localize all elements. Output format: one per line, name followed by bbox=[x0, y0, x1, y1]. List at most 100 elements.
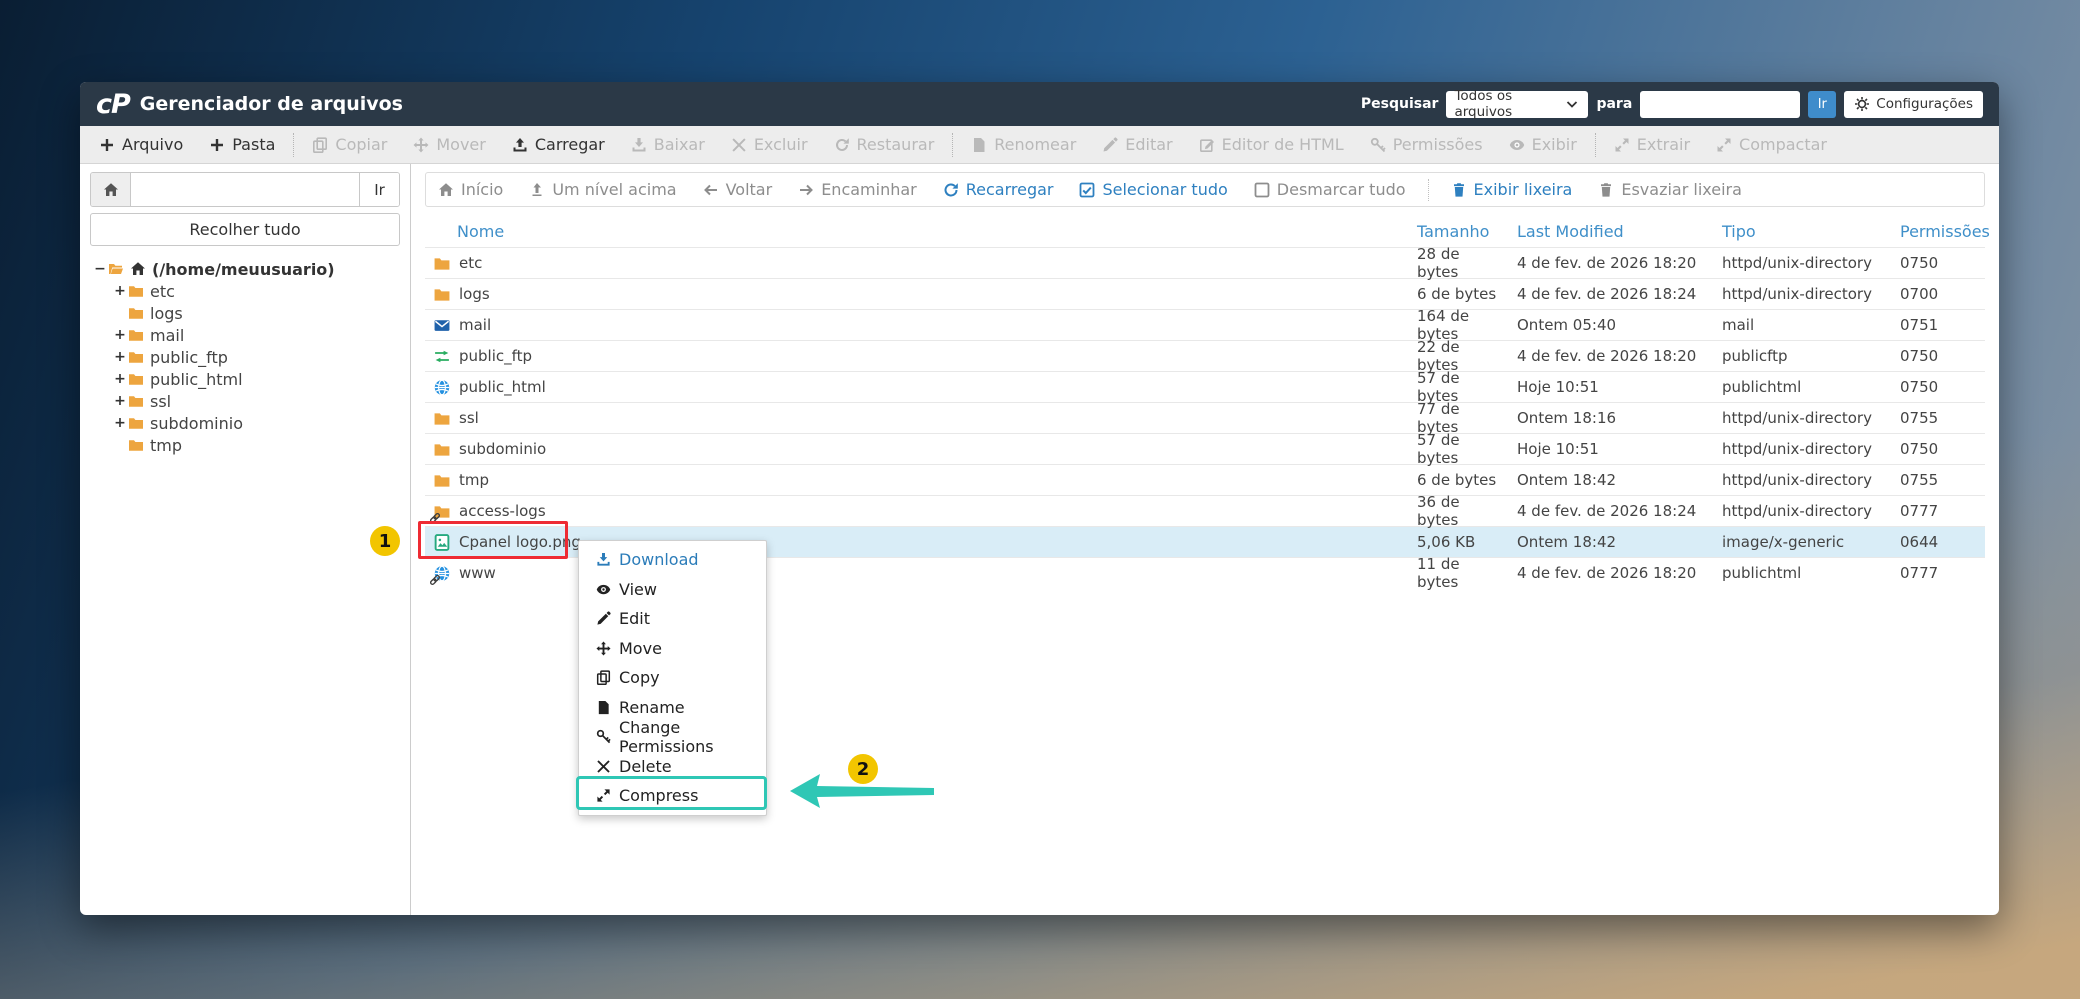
tree-item-label: public_html bbox=[150, 370, 243, 389]
file-perms: 0644 bbox=[1886, 533, 1985, 551]
folder-icon bbox=[128, 327, 144, 343]
home-button[interactable] bbox=[91, 173, 131, 206]
context-menu-download[interactable]: Download bbox=[579, 545, 766, 575]
tree-expand-toggle[interactable]: + bbox=[112, 349, 128, 365]
nav-view-trash-button[interactable]: Exibir lixeira bbox=[1451, 180, 1573, 199]
main-toolbar: Arquivo Pasta Copiar Mover Carregar Baix… bbox=[80, 126, 1999, 164]
table-row-etc[interactable]: etc 28 de bytes 4 de fev. de 2026 18:20 … bbox=[425, 247, 1985, 278]
tree-item-public-html[interactable]: + public_html bbox=[90, 368, 400, 390]
nav-empty-trash-button[interactable]: Esvaziar lixeira bbox=[1598, 180, 1742, 199]
tree-item-subdominio[interactable]: + subdominio bbox=[90, 412, 400, 434]
column-header-modified[interactable]: Last Modified bbox=[1503, 222, 1708, 241]
envelope-icon bbox=[433, 317, 451, 334]
nav-unselect-all-button[interactable]: Desmarcar tudo bbox=[1254, 180, 1406, 199]
toolbar-copy-button[interactable]: Copiar bbox=[299, 135, 400, 154]
toolbar-compress-button[interactable]: Compactar bbox=[1703, 135, 1840, 154]
page-title: Gerenciador de arquivos bbox=[140, 93, 403, 115]
column-header-perms[interactable]: Permissões bbox=[1886, 222, 1985, 241]
tree-expand-toggle[interactable]: + bbox=[112, 415, 128, 431]
directory-tree: − (/home/meuusuario) + etc logs + bbox=[90, 258, 400, 456]
file-name[interactable]: public_ftp bbox=[459, 347, 532, 365]
key-icon bbox=[596, 729, 611, 744]
tree-collapse-toggle[interactable]: − bbox=[92, 261, 108, 277]
toolbar-restore-button[interactable]: Restaurar bbox=[821, 135, 948, 154]
column-header-type[interactable]: Tipo bbox=[1708, 222, 1886, 241]
table-row-public-html[interactable]: public_html 57 de bytes Hoje 10:51 publi… bbox=[425, 371, 1985, 402]
file-name[interactable]: subdominio bbox=[459, 440, 546, 458]
file-name[interactable]: mail bbox=[459, 316, 491, 334]
tree-item-mail[interactable]: + mail bbox=[90, 324, 400, 346]
file-name[interactable]: access-logs bbox=[459, 502, 546, 520]
toolbar-permissions-button[interactable]: Permissões bbox=[1357, 135, 1496, 154]
toolbar-rename-button[interactable]: Renomear bbox=[958, 135, 1089, 154]
tree-expand-toggle[interactable]: + bbox=[112, 283, 128, 299]
context-menu-edit[interactable]: Edit bbox=[579, 604, 766, 634]
toolbar-download-button[interactable]: Baixar bbox=[618, 135, 718, 154]
table-row-subdominio[interactable]: subdominio 57 de bytes Hoje 10:51 httpd/… bbox=[425, 433, 1985, 464]
nav-back-button[interactable]: Voltar bbox=[703, 180, 773, 199]
pencil-icon bbox=[1102, 137, 1118, 153]
settings-button[interactable]: Configurações bbox=[1844, 91, 1983, 118]
toolbar-edit-button[interactable]: Editar bbox=[1089, 135, 1185, 154]
context-menu-move[interactable]: Move bbox=[579, 634, 766, 664]
file-type: httpd/unix-directory bbox=[1708, 254, 1886, 272]
nav-select-all-button[interactable]: Selecionar tudo bbox=[1079, 180, 1227, 199]
toolbar-view-button[interactable]: Exibir bbox=[1496, 135, 1590, 154]
nav-reload-button[interactable]: Recarregar bbox=[943, 180, 1054, 199]
tree-item-logs[interactable]: logs bbox=[90, 302, 400, 324]
file-name[interactable]: www bbox=[459, 564, 496, 582]
link-icon bbox=[429, 574, 441, 586]
context-menu-view[interactable]: View bbox=[579, 575, 766, 605]
toolbar-html-editor-button[interactable]: Editor de HTML bbox=[1186, 135, 1357, 154]
file-name[interactable]: logs bbox=[459, 285, 490, 303]
search-input[interactable] bbox=[1640, 91, 1800, 118]
path-input-group: Ir bbox=[90, 172, 400, 207]
tree-item-home[interactable]: − (/home/meuusuario) bbox=[90, 258, 400, 280]
nav-separator bbox=[1428, 179, 1429, 201]
tree-expand-toggle[interactable]: + bbox=[112, 327, 128, 343]
plus-icon bbox=[99, 137, 115, 153]
table-row-mail[interactable]: mail 164 de bytes Ontem 05:40 mail 0751 bbox=[425, 309, 1985, 340]
file-name[interactable]: public_html bbox=[459, 378, 546, 396]
file-name[interactable]: ssl bbox=[459, 409, 479, 427]
tree-item-ssl[interactable]: + ssl bbox=[90, 390, 400, 412]
table-row-public-ftp[interactable]: public_ftp 22 de bytes 4 de fev. de 2026… bbox=[425, 340, 1985, 371]
tree-item-etc[interactable]: + etc bbox=[90, 280, 400, 302]
globe-icon bbox=[433, 379, 451, 396]
tree-expand-toggle[interactable]: + bbox=[112, 371, 128, 387]
path-go-button[interactable]: Ir bbox=[359, 173, 399, 206]
table-row-tmp[interactable]: tmp 6 de bytes Ontem 18:42 httpd/unix-di… bbox=[425, 464, 1985, 495]
edit-square-icon bbox=[1199, 137, 1215, 153]
file-perms: 0777 bbox=[1886, 564, 1985, 582]
toolbar-file-button[interactable]: Arquivo bbox=[86, 135, 196, 154]
tree-item-tmp[interactable]: tmp bbox=[90, 434, 400, 456]
column-header-size[interactable]: Tamanho bbox=[1403, 222, 1503, 241]
column-header-name[interactable]: Nome bbox=[425, 222, 1403, 241]
toolbar-move-button[interactable]: Mover bbox=[400, 135, 498, 154]
nav-up-one-level-button[interactable]: Um nível acima bbox=[529, 180, 676, 199]
toolbar-extract-button[interactable]: Extrair bbox=[1601, 135, 1703, 154]
nav-forward-button[interactable]: Encaminhar bbox=[798, 180, 917, 199]
file-name[interactable]: etc bbox=[459, 254, 482, 272]
file-type: httpd/unix-directory bbox=[1708, 502, 1886, 520]
tree-item-public-ftp[interactable]: + public_ftp bbox=[90, 346, 400, 368]
tree-expand-toggle[interactable]: + bbox=[112, 393, 128, 409]
undo-icon bbox=[834, 137, 850, 153]
toolbar-delete-button[interactable]: Excluir bbox=[718, 135, 821, 154]
table-row-logs[interactable]: logs 6 de bytes 4 de fev. de 2026 18:24 … bbox=[425, 278, 1985, 309]
toolbar-upload-button[interactable]: Carregar bbox=[499, 135, 618, 154]
path-input[interactable] bbox=[131, 173, 359, 206]
checked-checkbox-icon bbox=[1079, 182, 1095, 198]
file-modified: 4 de fev. de 2026 18:20 bbox=[1503, 564, 1708, 582]
file-name[interactable]: tmp bbox=[459, 471, 489, 489]
table-row-ssl[interactable]: ssl 77 de bytes Ontem 18:16 httpd/unix-d… bbox=[425, 402, 1985, 433]
nav-home-button[interactable]: Início bbox=[438, 180, 503, 199]
context-menu-change-permissions[interactable]: Change Permissions bbox=[579, 722, 766, 752]
search-scope-select[interactable]: Todos os arquivos bbox=[1446, 91, 1588, 118]
collapse-all-button[interactable]: Recolher tudo bbox=[90, 213, 400, 246]
context-menu-copy[interactable]: Copy bbox=[579, 663, 766, 693]
toolbar-folder-button[interactable]: Pasta bbox=[196, 135, 288, 154]
table-row-access-logs[interactable]: access-logs 36 de bytes 4 de fev. de 202… bbox=[425, 495, 1985, 526]
search-go-button[interactable]: Ir bbox=[1808, 91, 1836, 118]
gear-icon bbox=[1854, 96, 1870, 112]
